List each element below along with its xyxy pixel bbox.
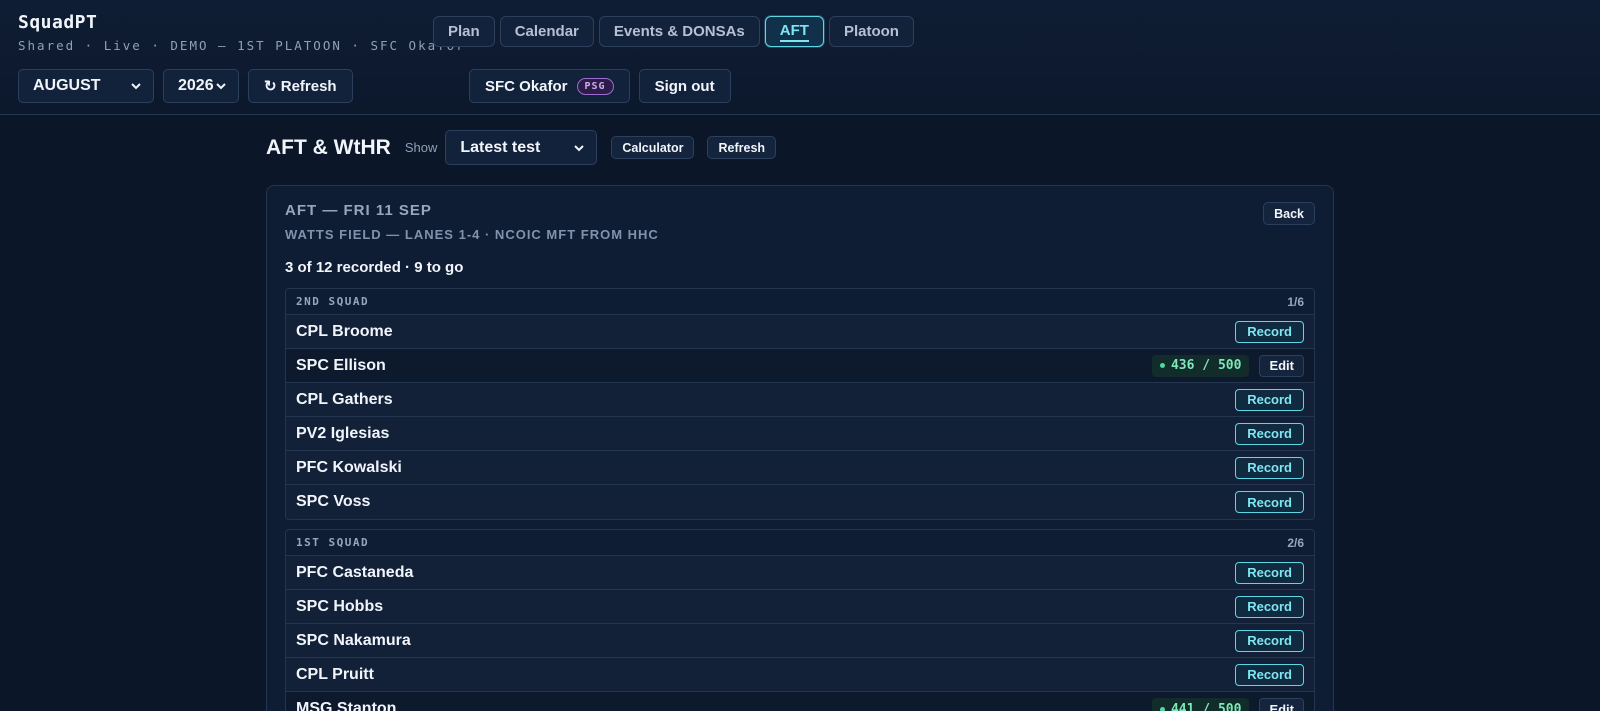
refresh-button[interactable]: ↻ Refresh	[248, 69, 353, 103]
user-controls: SFC Okafor PSG Sign out	[469, 69, 731, 103]
soldier-name: SPC Hobbs	[296, 597, 384, 615]
soldier-row: SPC Voss Record	[286, 485, 1314, 519]
month-select[interactable]: AUGUST	[18, 69, 154, 103]
date-controls: AUGUST 2026 ↻ Refresh	[18, 69, 353, 103]
soldier-row: PV2 Iglesias Record	[286, 417, 1314, 451]
squad-name: 2ND SQUAD	[296, 295, 370, 308]
back-button[interactable]: Back	[1263, 202, 1315, 225]
tab-events-donsas[interactable]: Events & DONSAs	[598, 16, 760, 47]
soldier-row: PFC Kowalski Record	[286, 451, 1314, 485]
tab-label: Calendar	[514, 23, 579, 40]
status-dot-icon	[1159, 363, 1165, 368]
main-nav: Plan Calendar Events & DONSAs AFT Platoo…	[433, 16, 914, 47]
squad-header: 2ND SQUAD 1/6	[286, 289, 1314, 315]
role-badge: PSG	[576, 77, 614, 95]
calculator-button[interactable]: Calculator	[611, 136, 695, 159]
record-button[interactable]: Record	[1235, 388, 1304, 411]
soldier-name: SPC Voss	[296, 493, 371, 510]
year-value: 2026	[178, 77, 214, 94]
brand: SquadPT Shared · Live · DEMO — 1ST PLATO…	[18, 12, 466, 53]
score-badge: 441 / 500	[1151, 698, 1250, 711]
tab-aft[interactable]: AFT	[764, 16, 824, 47]
show-label: Show	[404, 140, 438, 155]
month-value: AUGUST	[33, 77, 101, 94]
score-value: 441 / 500	[1170, 701, 1242, 711]
chevron-down-icon	[131, 83, 141, 90]
soldier-name: CPL Gathers	[296, 390, 393, 408]
tab-label: AFT	[779, 22, 809, 42]
tab-calendar[interactable]: Calendar	[499, 16, 594, 47]
app-subtitle: Shared · Live · DEMO — 1ST PLATOON · SFC…	[18, 38, 466, 53]
record-button[interactable]: Record	[1235, 320, 1304, 343]
soldier-name: PV2 Iglesias	[296, 424, 390, 442]
user-menu[interactable]: SFC Okafor PSG	[469, 69, 630, 103]
record-button[interactable]: Record	[1235, 595, 1304, 618]
squad-group: 1ST SQUAD 2/6 PFC Castaneda Record SPC H…	[285, 529, 1315, 711]
tab-label: Events & DONSAs	[613, 23, 745, 40]
tab-platoon[interactable]: Platoon	[828, 16, 914, 47]
record-button[interactable]: Record	[1235, 456, 1304, 479]
tab-label: Platoon	[843, 23, 899, 40]
score-badge: 436 / 500	[1151, 354, 1250, 377]
soldier-name: CPL Broome	[296, 322, 393, 340]
score-value: 436 / 500	[1170, 358, 1242, 373]
edit-button[interactable]: Edit	[1259, 354, 1304, 377]
record-button[interactable]: Record	[1235, 663, 1304, 686]
tab-label: Plan	[448, 23, 480, 40]
squad-group: 2ND SQUAD 1/6 CPL Broome Record SPC Elli…	[285, 288, 1315, 520]
record-button[interactable]: Record	[1235, 561, 1304, 584]
show-select[interactable]: Latest test	[445, 130, 598, 165]
sign-out-button[interactable]: Sign out	[638, 69, 731, 103]
soldier-row: SPC Hobbs Record	[286, 590, 1314, 624]
record-button[interactable]: Record	[1235, 491, 1304, 513]
soldier-row: MSG Stanton 441 / 500 Edit	[286, 692, 1314, 711]
event-title: AFT — FRI 11 SEP	[285, 202, 432, 219]
user-name: SFC Okafor	[485, 77, 568, 95]
record-button[interactable]: Record	[1235, 422, 1304, 445]
record-button[interactable]: Record	[1235, 629, 1304, 652]
page-title: AFT & WtHR	[266, 135, 391, 159]
soldier-row: CPL Pruitt Record	[286, 658, 1314, 692]
soldier-row: CPL Gathers Record	[286, 383, 1314, 417]
soldier-row: PFC Castaneda Record	[286, 556, 1314, 590]
soldier-name: MSG Stanton	[296, 700, 397, 711]
soldier-name: PFC Kowalski	[296, 458, 402, 476]
soldier-row: SPC Ellison 436 / 500 Edit	[286, 349, 1314, 383]
soldier-name: PFC Castaneda	[296, 563, 414, 581]
top-bar: SquadPT Shared · Live · DEMO — 1ST PLATO…	[0, 0, 1600, 115]
soldier-name: SPC Ellison	[296, 356, 386, 374]
squad-count: 1/6	[1287, 294, 1304, 309]
soldier-name: CPL Pruitt	[296, 665, 374, 683]
recording-progress: 3 of 12 recorded · 9 to go	[285, 259, 464, 276]
main-content: AFT & WtHR Show Latest test Calculator R…	[266, 130, 1334, 711]
page-refresh-button[interactable]: Refresh	[707, 136, 777, 159]
soldier-name: SPC Nakamura	[296, 631, 411, 649]
squad-name: 1ST SQUAD	[296, 536, 370, 549]
event-subtitle: WATTS FIELD — LANES 1-4 · NCOIC MFT FROM…	[285, 227, 659, 242]
page-header: AFT & WtHR Show Latest test Calculator R…	[266, 130, 1334, 165]
app-title: SquadPT	[18, 12, 98, 33]
status-dot-icon	[1159, 706, 1165, 711]
chevron-down-icon	[216, 83, 226, 90]
aft-event-card: AFT — FRI 11 SEP WATTS FIELD — LANES 1-4…	[266, 185, 1334, 711]
chevron-down-icon	[574, 144, 585, 151]
edit-button[interactable]: Edit	[1259, 698, 1304, 711]
squad-count: 2/6	[1287, 535, 1304, 550]
show-value: Latest test	[460, 138, 541, 156]
squad-header: 1ST SQUAD 2/6	[286, 530, 1314, 556]
soldier-row: CPL Broome Record	[286, 315, 1314, 349]
tab-plan[interactable]: Plan	[433, 16, 495, 47]
year-select[interactable]: 2026	[163, 69, 239, 103]
soldier-row: SPC Nakamura Record	[286, 624, 1314, 658]
